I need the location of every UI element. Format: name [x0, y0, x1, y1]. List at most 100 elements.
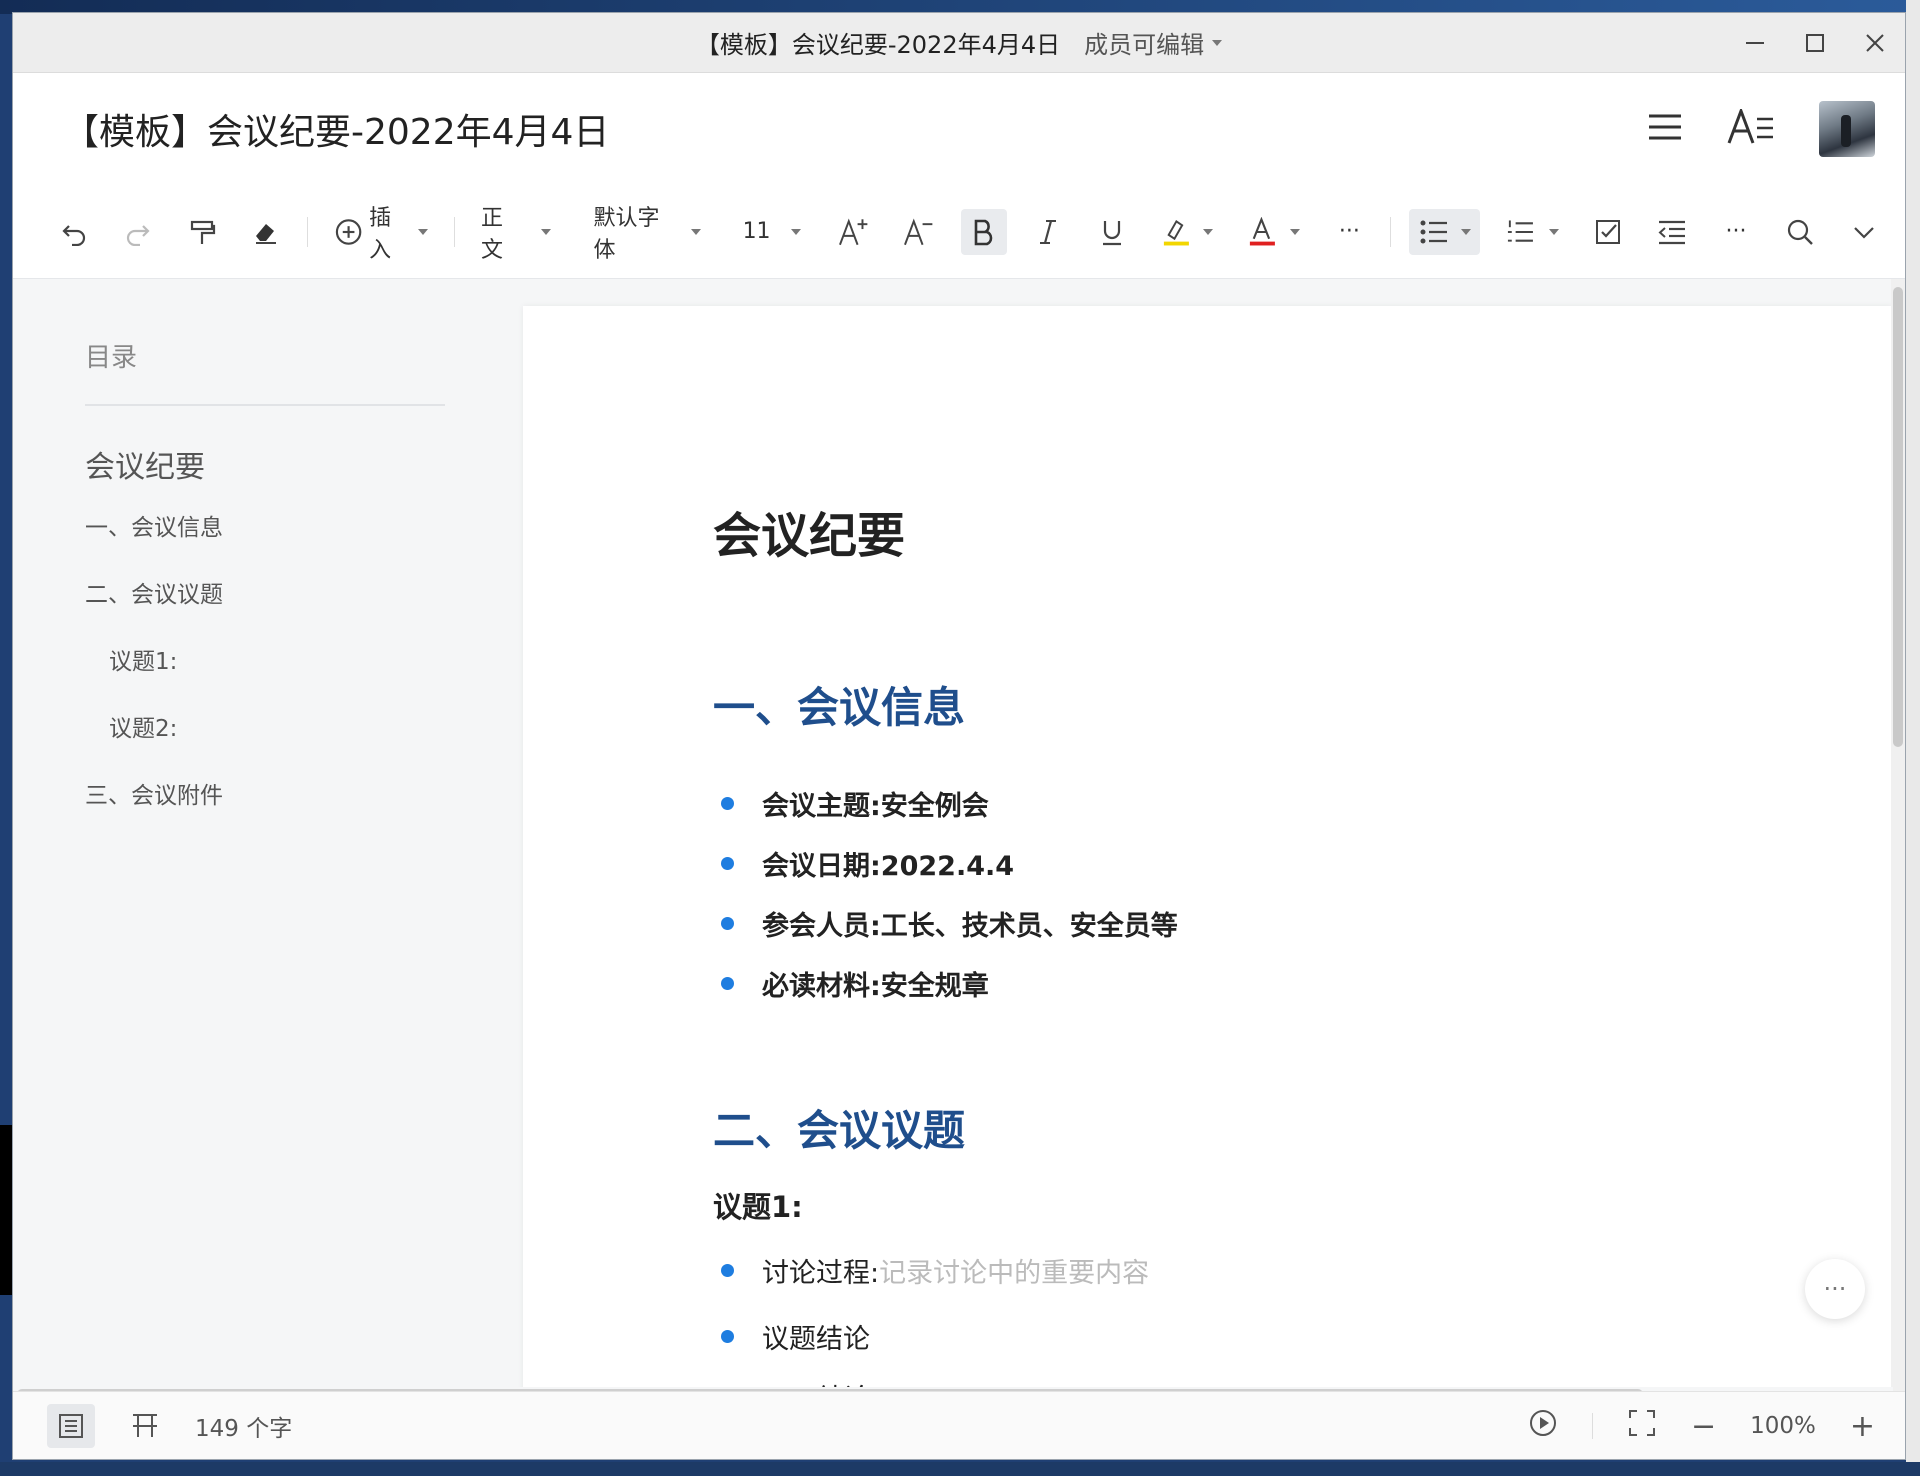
toolbar-divider [1390, 216, 1392, 247]
document-page[interactable]: 会议纪要 一、会议信息 会议主题:安全例会 会议日期:2022.4.4 参会人员… [523, 306, 1893, 1415]
toc-item[interactable]: 三、会议附件 [85, 776, 521, 810]
outdent-icon [1658, 220, 1685, 244]
chevron-down-icon [1212, 39, 1223, 46]
paragraph-style-dropdown[interactable]: 正文 [473, 206, 560, 263]
list-item[interactable]: 参会人员:工长、技术员、安全员等 [713, 893, 1893, 953]
undo-button[interactable] [51, 209, 97, 255]
toc-item[interactable]: 议题1: [85, 642, 521, 676]
underline-button[interactable] [1089, 209, 1135, 255]
redo-button[interactable] [115, 209, 161, 255]
outline-view-button[interactable] [47, 1403, 95, 1448]
bullet-list-icon [1420, 220, 1447, 243]
maximize-icon[interactable] [1785, 13, 1845, 73]
bullet-icon [721, 1329, 734, 1343]
numbered-list-button[interactable] [1498, 209, 1567, 255]
font-family-dropdown[interactable]: 默认字体 [585, 206, 709, 263]
toc-heading: 目录 [85, 343, 138, 373]
checklist-button[interactable] [1585, 209, 1631, 255]
floating-more-button[interactable]: ··· [1805, 1259, 1865, 1319]
window-controls [1725, 13, 1905, 73]
list-item[interactable]: 议题结论 [713, 1306, 1893, 1366]
toc-item[interactable]: 议题2: [85, 709, 521, 743]
doc-title[interactable]: 会议纪要 [713, 496, 1893, 566]
header-actions [1647, 73, 1875, 185]
more-tools-button[interactable]: ··· [1713, 209, 1759, 255]
redo-icon [126, 224, 150, 246]
chevron-down-icon [1460, 228, 1471, 235]
decrease-font-button[interactable] [895, 209, 942, 255]
plus-circle-icon [335, 218, 362, 245]
insert-label: 插入 [369, 205, 392, 263]
discussion-label: 讨论过程: [762, 1257, 880, 1289]
collapse-toolbar-button[interactable] [1841, 209, 1887, 255]
window-title: 【模板】会议纪要-2022年4月4日 [695, 31, 1061, 59]
vertical-scrollbar[interactable] [1891, 279, 1905, 1394]
document-title[interactable]: 【模板】会议纪要-2022年4月4日 [63, 103, 609, 155]
permission-dropdown[interactable]: 成员可编辑 [1084, 25, 1223, 60]
paragraph-style-label: 正文 [480, 205, 503, 263]
section-heading[interactable]: 一、会议信息 [713, 674, 1893, 735]
list-item-text: 议题结论 [762, 1323, 870, 1355]
font-color-button[interactable] [1239, 209, 1308, 255]
list-item[interactable]: 会议日期:2022.4.4 [713, 833, 1893, 893]
font-increase-icon [838, 217, 868, 245]
format-painter-button[interactable] [179, 209, 225, 255]
bullet-icon [721, 1263, 734, 1277]
page-view-button[interactable] [121, 1404, 169, 1448]
format-painter-icon [190, 220, 216, 244]
list-item-text: 参会人员:工长、技术员、安全员等 [762, 910, 1178, 942]
chevron-down-icon [1203, 228, 1214, 235]
document-header: 【模板】会议纪要-2022年4月4日 [13, 73, 1905, 185]
chevron-down-icon [417, 228, 428, 235]
toolbar-divider [453, 216, 455, 247]
scrollbar-thumb[interactable] [1893, 287, 1903, 747]
clear-format-button[interactable] [243, 209, 289, 255]
list-item[interactable]: 必读材料:安全规章 [713, 953, 1893, 1013]
fullscreen-icon[interactable] [1627, 1408, 1657, 1444]
toc-item[interactable]: 一、会议信息 [85, 508, 521, 542]
list-item[interactable]: 会议主题:安全例会 [713, 773, 1893, 833]
toc-item[interactable]: 二、会议议题 [85, 575, 521, 609]
bold-button[interactable] [960, 208, 1007, 255]
bullet-icon [721, 916, 734, 930]
permission-label: 成员可编辑 [1084, 31, 1205, 59]
insert-button[interactable]: 插入 [326, 206, 436, 263]
bullet-icon [721, 796, 734, 810]
section-heading[interactable]: 二、会议议题 [713, 1097, 1893, 1158]
zoom-in-button[interactable]: + [1850, 1409, 1875, 1444]
more-format-button[interactable]: ··· [1326, 209, 1372, 255]
chevron-down-icon [1290, 228, 1301, 235]
zoom-out-button[interactable]: − [1691, 1409, 1716, 1444]
outdent-button[interactable] [1649, 209, 1695, 255]
taskbar-edge [0, 1462, 1920, 1476]
zoom-level[interactable]: 100% [1750, 1413, 1816, 1439]
italic-button[interactable] [1025, 209, 1071, 255]
play-icon[interactable] [1528, 1408, 1558, 1444]
chevron-down-icon [691, 228, 702, 235]
list-item-text: 会议日期:2022.4.4 [762, 850, 1015, 882]
text-format-icon[interactable] [1727, 106, 1775, 149]
bullet-list-button[interactable] [1409, 208, 1481, 255]
highlight-button[interactable] [1153, 209, 1222, 255]
avatar[interactable] [1819, 101, 1875, 157]
font-size-dropdown[interactable]: 11 [735, 209, 808, 255]
placeholder-text: 记录讨论中的重要内容 [879, 1257, 1150, 1289]
close-icon[interactable] [1845, 13, 1905, 73]
search-button[interactable] [1777, 209, 1823, 255]
chevron-down-icon [1549, 228, 1559, 235]
bold-icon [974, 219, 992, 245]
minimize-icon[interactable] [1725, 13, 1785, 73]
font-family-label: 默认字体 [593, 205, 660, 263]
formatting-toolbar: 插入 正文 默认字体 11 ··· ··· [13, 185, 1905, 279]
list-item[interactable]: 讨论过程: 记录讨论中的重要内容 [713, 1240, 1893, 1300]
underline-icon [1102, 220, 1121, 245]
menu-icon[interactable] [1647, 112, 1683, 146]
more-icon: ··· [1725, 219, 1747, 244]
chevron-down-icon [1854, 226, 1874, 239]
topic-heading[interactable]: 议题1: [713, 1184, 1893, 1226]
toc-item[interactable]: 会议纪要 [85, 442, 521, 486]
italic-icon [1039, 219, 1056, 244]
search-icon [1787, 219, 1813, 245]
eraser-icon [256, 223, 276, 244]
increase-font-button[interactable] [830, 209, 877, 255]
